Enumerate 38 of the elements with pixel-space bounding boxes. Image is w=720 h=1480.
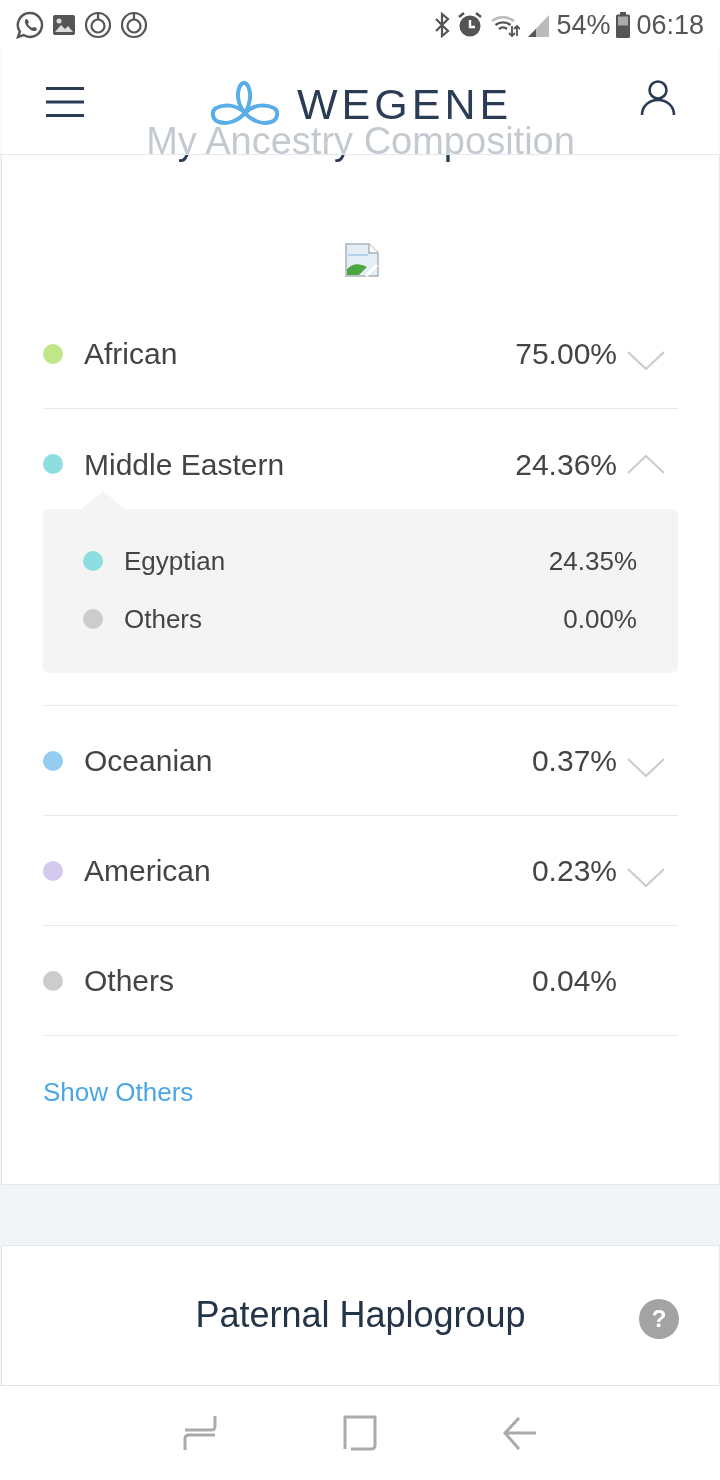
chevron-down-icon[interactable] <box>627 757 665 778</box>
subregion-percent: 0.00% <box>563 602 637 636</box>
region-percent: 75.00% <box>515 336 617 372</box>
help-icon[interactable]: ? <box>639 1299 679 1339</box>
region-percent: 24.36% <box>515 446 617 483</box>
bluetooth-icon <box>434 12 451 38</box>
region-percent: 0.23% <box>531 853 617 889</box>
recent-apps-icon[interactable] <box>183 1415 217 1451</box>
logo-icon <box>210 80 280 128</box>
circle-icon <box>84 11 112 39</box>
menu-icon[interactable] <box>46 87 84 117</box>
region-name: African <box>84 336 179 372</box>
battery-percent: 54% <box>556 11 611 39</box>
circle-icon <box>120 11 148 39</box>
clock-time: 06:18 <box>636 11 704 39</box>
phone-bubble-icon <box>16 11 44 39</box>
section-title: My Ancestry Composition <box>146 122 575 160</box>
image-icon <box>52 14 76 36</box>
region-name: Oceanian <box>84 743 214 779</box>
battery-icon <box>616 12 631 38</box>
show-others-link[interactable]: Show Others <box>43 1077 194 1107</box>
chevron-down-icon[interactable] <box>627 867 665 888</box>
logo-text: WEGENE <box>297 86 513 122</box>
home-icon[interactable] <box>343 1415 377 1451</box>
back-icon[interactable] <box>503 1415 537 1451</box>
region-name: American <box>84 853 212 889</box>
chevron-down-icon[interactable] <box>627 350 665 371</box>
subregion-name: Egyptian <box>124 544 227 578</box>
region-name: Middle Eastern <box>84 446 286 483</box>
section-title: Paternal Haplogroup <box>195 1292 526 1337</box>
broken-image-icon <box>345 243 379 277</box>
region-name: Others <box>84 963 176 999</box>
region-percent: 0.37% <box>531 743 617 779</box>
region-percent: 0.04% <box>531 963 617 999</box>
chevron-up-icon[interactable] <box>627 454 665 474</box>
subregion-name: Others <box>124 602 204 636</box>
subregion-percent: 24.35% <box>548 544 637 578</box>
user-icon[interactable] <box>640 80 676 116</box>
